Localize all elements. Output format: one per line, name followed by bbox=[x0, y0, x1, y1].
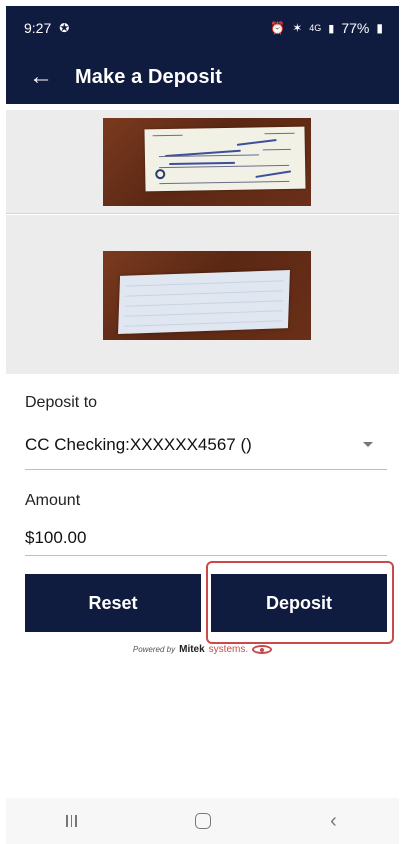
signal-icon: ▮ bbox=[328, 22, 335, 35]
powered-by: Powered by Mitek systems. bbox=[6, 644, 399, 655]
reset-button[interactable]: Reset bbox=[25, 574, 201, 632]
powered-by-brand: Mitek bbox=[179, 644, 205, 655]
battery-percent: 77% bbox=[341, 20, 370, 36]
status-bar: 9:27 ✪ ⏰ ✶ 4G ▮ 77% ▮ bbox=[6, 6, 399, 50]
check-back-image[interactable] bbox=[103, 251, 311, 340]
account-value: CC Checking:XXXXXX4567 () bbox=[25, 434, 252, 454]
check-front-image[interactable] bbox=[103, 118, 311, 206]
system-nav-bar: ‹ bbox=[6, 798, 399, 844]
status-left: 9:27 ✪ bbox=[24, 20, 69, 36]
check-back-panel[interactable] bbox=[6, 215, 399, 374]
check-paper bbox=[144, 126, 306, 192]
powered-by-prefix: Powered by bbox=[132, 645, 176, 654]
page-title: Make a Deposit bbox=[75, 65, 223, 88]
check-front-panel[interactable] bbox=[6, 110, 399, 214]
battery-icon: ▮ bbox=[376, 21, 383, 35]
notification-icon: ✪ bbox=[59, 21, 70, 35]
check-back-paper bbox=[118, 269, 290, 335]
status-right: ⏰ ✶ 4G ▮ 77% ▮ bbox=[270, 20, 383, 36]
amount-input[interactable] bbox=[25, 520, 387, 556]
bluetooth-icon: ✶ bbox=[292, 21, 303, 35]
network-label: 4G bbox=[309, 23, 322, 33]
deposit-to-label: Deposit to bbox=[25, 394, 98, 411]
deposit-button[interactable]: Deposit bbox=[211, 574, 387, 632]
back-button[interactable]: ← bbox=[19, 55, 63, 99]
status-time: 9:27 bbox=[24, 20, 52, 36]
arrow-left-icon: ← bbox=[29, 63, 53, 90]
chevron-left-icon: ‹ bbox=[330, 809, 337, 832]
app-bar: ← Make a Deposit bbox=[6, 50, 399, 104]
home-button[interactable] bbox=[183, 806, 223, 836]
amount-label: Amount bbox=[25, 492, 81, 509]
eye-logo-icon bbox=[252, 645, 273, 654]
chevron-down-icon bbox=[363, 442, 373, 447]
alarm-icon: ⏰ bbox=[270, 21, 286, 35]
system-back-button[interactable]: ‹ bbox=[314, 806, 354, 836]
account-select[interactable]: CC Checking:XXXXXX4567 () bbox=[25, 420, 387, 470]
recents-icon bbox=[66, 815, 77, 827]
home-icon bbox=[194, 813, 211, 829]
bank-seal-icon bbox=[155, 169, 166, 180]
recents-button[interactable] bbox=[52, 806, 92, 836]
powered-by-suffix: systems. bbox=[208, 644, 249, 655]
